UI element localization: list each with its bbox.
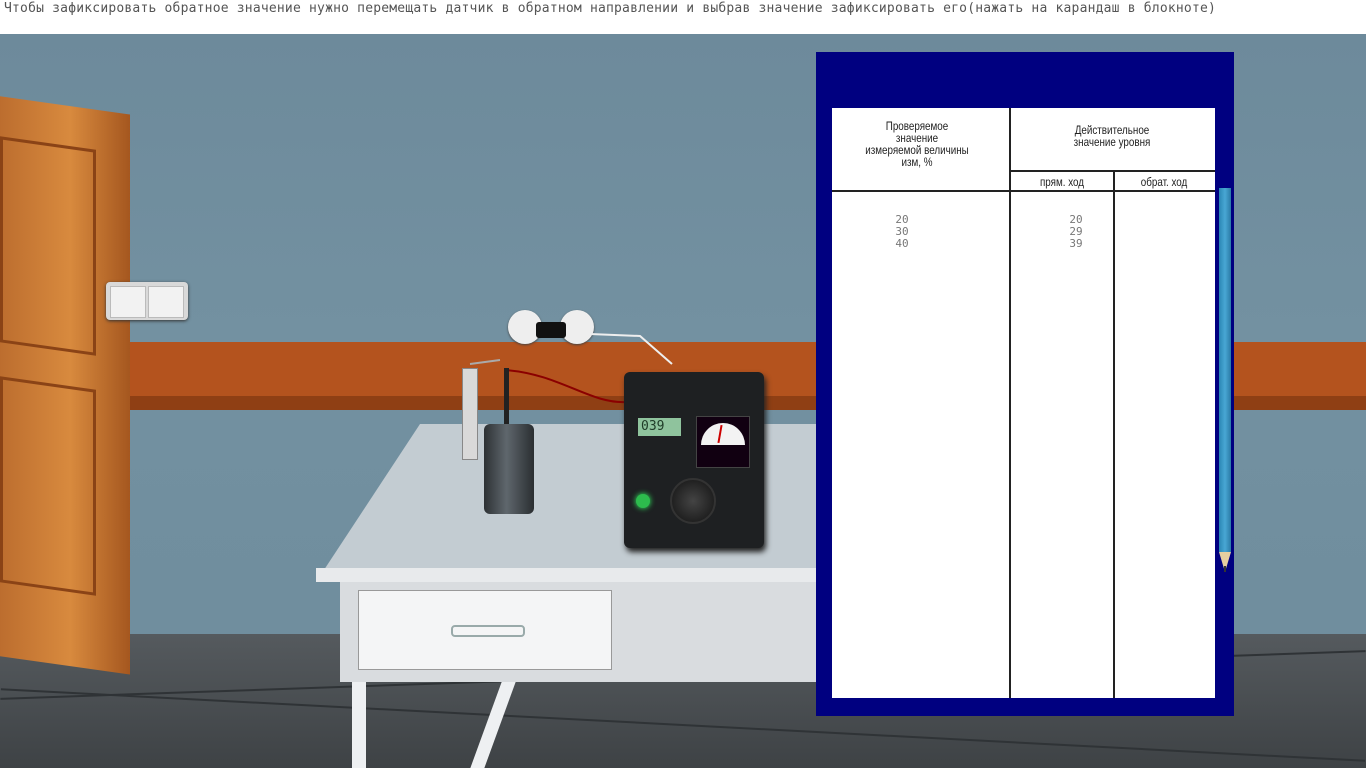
pencil-lead bbox=[1224, 566, 1226, 572]
power-indicator-icon bbox=[636, 494, 650, 508]
instruction-bar: Чтобы зафиксировать обратное значение ну… bbox=[0, 0, 1366, 34]
ruler-wire bbox=[469, 359, 501, 365]
cell-forward: 39 bbox=[1069, 237, 1083, 250]
header-checked-value: Проверяемое значение измеряемой величины… bbox=[865, 119, 969, 169]
pencil-icon[interactable] bbox=[1219, 188, 1231, 552]
column-divider bbox=[1113, 170, 1115, 698]
level-meter-device: 039 bbox=[624, 372, 764, 548]
notebook-sheet: Проверяемое значение измеряемой величины… bbox=[832, 108, 1215, 698]
table-leg bbox=[352, 682, 366, 768]
header-divider bbox=[1009, 170, 1215, 172]
table-edge bbox=[316, 568, 816, 582]
header-forward: прям. ход bbox=[1039, 175, 1085, 189]
digital-display: 039 bbox=[638, 418, 681, 436]
level-ruler bbox=[462, 368, 478, 460]
signal-cable-top bbox=[504, 369, 627, 404]
column-divider bbox=[1009, 108, 1011, 698]
cell-checked: 40 bbox=[895, 237, 909, 250]
power-cable bbox=[589, 333, 673, 365]
adjust-knob[interactable] bbox=[670, 478, 716, 524]
header-reverse: обрат. ход bbox=[1140, 175, 1188, 189]
notebook-panel: Проверяемое значение измеряемой величины… bbox=[816, 52, 1234, 716]
analog-gauge bbox=[696, 416, 750, 468]
header-bottom-line bbox=[832, 190, 1215, 192]
header-actual-level: Действительное значение уровня bbox=[1073, 123, 1151, 149]
drawer-handle[interactable] bbox=[451, 625, 525, 637]
gauge-face bbox=[701, 423, 745, 445]
level-sensor-probe[interactable] bbox=[504, 368, 509, 428]
table-drawer[interactable] bbox=[358, 590, 612, 670]
instruction-text: Чтобы зафиксировать обратное значение ну… bbox=[4, 1, 1217, 16]
water-cylinder[interactable] bbox=[484, 424, 534, 514]
